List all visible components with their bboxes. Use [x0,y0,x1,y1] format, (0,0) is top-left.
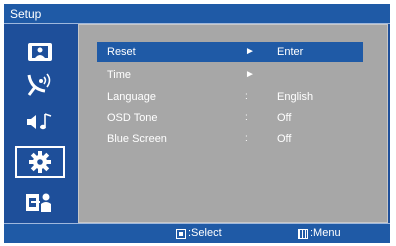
sidebar-item-setup[interactable] [15,146,65,178]
blue-screen-value[interactable]: Off [257,129,363,149]
select-key-icon [176,228,186,239]
status-bar: :Select :Menu [4,223,390,243]
menu-key-icon [298,228,308,239]
sidebar-item-channel[interactable] [15,68,65,100]
menu-row-label: Blue Screen [107,133,167,145]
window-title: Setup [10,7,42,21]
menu-row-label: Time [107,69,132,81]
osd-tone-value[interactable]: Off [257,108,363,128]
menu-row-label: OSD Tone [107,112,158,124]
menu-row-time[interactable]: Time ► [79,65,387,85]
language-value[interactable]: English [257,87,363,107]
menu-hint-label: :Menu [310,227,341,239]
sidebar-item-picture[interactable] [15,36,65,68]
menu-row-label: Language [107,91,156,103]
submenu-arrow-icon: ► [245,69,255,80]
settings-panel: Reset ► Enter Time ► Language : English … [78,24,388,223]
submenu-arrow-icon: ► [245,46,255,57]
person-icon [25,191,55,213]
sidebar [4,24,78,223]
menu-row-osd-tone[interactable]: OSD Tone : Off [79,108,387,128]
menu-hint: :Menu [298,224,341,243]
menu-row-language[interactable]: Language : English [79,87,387,107]
sidebar-item-lock[interactable] [15,186,65,218]
separator-colon: : [245,112,248,123]
picture-icon [27,42,53,62]
gear-icon [28,150,52,174]
menu-row-reset[interactable]: Reset ► Enter [79,42,387,62]
sidebar-item-sound[interactable] [15,106,65,138]
antenna-icon [25,71,55,97]
reset-enter-button[interactable]: Enter [257,42,363,62]
sound-icon [25,111,55,133]
setup-osd-window: Setup Reset ► Enter Time ► Language: En… [4,4,390,243]
title-bar: Setup [4,4,390,24]
separator-colon: : [245,133,248,144]
separator-colon: : [245,91,248,102]
select-hint-label: :Select [188,227,222,239]
menu-row-label: Reset [107,46,136,58]
menu-row-value [257,65,363,85]
menu-row-blue-screen[interactable]: Blue Screen : Off [79,129,387,149]
select-hint: :Select [176,224,222,243]
